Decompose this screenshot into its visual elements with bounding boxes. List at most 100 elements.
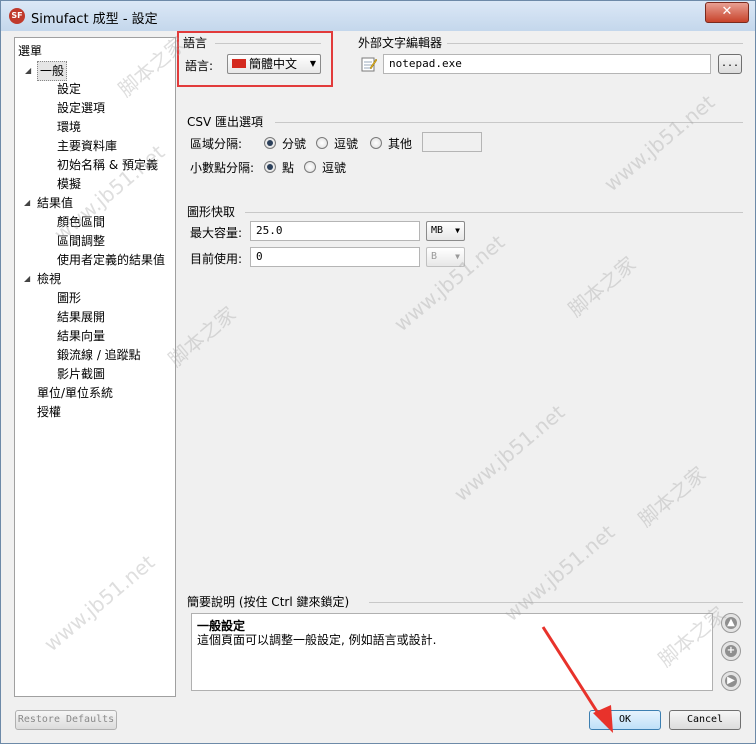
ok-button[interactable]: OK [589,710,661,730]
summary-text: 這個頁面可以調整一般設定, 例如語言或設計. [197,633,437,647]
chevron-down-icon: ▼ [309,59,316,68]
csv-group-title: CSV 匯出選項 [187,115,264,129]
cancel-button[interactable]: Cancel [669,710,741,730]
cache-max-label: 最大容量: [190,226,243,240]
cache-max-input[interactable]: 25.0 [250,221,420,241]
cache-max-unit-select[interactable]: MB ▼ [426,221,465,241]
expand-toggle-icon[interactable]: ◢ [24,270,30,288]
editor-group-title: 外部文字編輯器 [358,36,443,50]
summary-group-line [369,602,743,603]
close-icon: ✕ [721,4,733,19]
decimal-separator-label: 小數點分隔: [190,161,255,175]
chevron-down-icon: ▼ [455,252,460,261]
decimal-separator-radio-comma[interactable] [304,161,316,173]
menu-tree: 選單 ◢ 一般設定設定選項環境主要資料庫初始名稱 & 預定義 模擬 ◢ 結果值顏色區間區… [14,37,176,697]
tree-item[interactable]: 使用者定義的結果值 [57,251,165,269]
summary-box: 一般設定 這個頁面可以調整一般設定, 例如語言或設計. [191,613,713,691]
dialog-client: 選單 ◢ 一般 設定 設定選項 環境 主要資料庫 初始名稱 & 預定義 模擬 ◢ 結果值 顏色區間區… [7,31,749,738]
tree-item-label: 設定 [57,82,82,96]
tree-item-label: 圖形 [57,291,82,305]
tree-item-label: 影片截圖 [57,367,106,381]
expand-toggle-icon[interactable]: ◢ [25,62,31,80]
tree-header: 選單 [18,44,43,58]
other-separator-input[interactable] [422,132,482,152]
field-separator-label: 區域分隔: [190,137,243,151]
window-title: Simufact 成型 - 設定 [31,12,158,27]
tree-item[interactable]: 環境 [57,118,81,136]
tree-item[interactable]: 圖形 [57,289,81,307]
tree-item[interactable]: ◢ 一般 [25,61,68,81]
cache-current-unit-value: B [431,251,438,262]
tree-item-label: 初始名稱 & 預定義 [57,158,158,172]
field-separator-option-comma: 逗號 [334,137,359,151]
field-separator-radio-comma[interactable] [316,137,328,149]
play-icon: ▶ [727,675,735,686]
language-group-line [215,43,321,44]
field-separator-option-other: 其他 [388,137,413,151]
flag-icon [232,59,246,68]
tree-item[interactable]: 顏色區間 [57,213,105,231]
cache-max-unit-value: MB [431,225,444,236]
tree-item-label: 設定選項 [57,101,106,115]
settings-window: SF Simufact 成型 - 設定 ✕ 選單 ◢ 一般設定設定選項環境主要資料… [0,0,756,744]
field-separator-option-semicolon: 分號 [282,137,307,151]
expand-toggle-icon[interactable]: ◢ [24,194,30,212]
tree-item[interactable]: 區間調整 [57,232,105,250]
tree-item[interactable]: 影片截圖 [57,365,105,383]
field-separator-radio-semicolon[interactable] [264,137,276,149]
cache-group-line [245,212,743,213]
tree-item-label: 檢視 [37,272,62,286]
tree-item[interactable]: 初始名稱 & 預定義 [57,156,158,174]
notepad-icon [361,57,377,72]
cache-current-label: 目前使用: [190,252,243,266]
tree-item-label: 使用者定義的結果值 [57,253,166,267]
language-select-value: 簡體中文 [249,57,298,71]
decimal-separator-radio-point[interactable] [264,161,276,173]
language-group-title: 語言 [183,36,208,50]
tree-item-label: 區間調整 [57,234,106,248]
decimal-separator-option-point: 點 [282,161,295,175]
cache-current-input[interactable]: 0 [250,247,420,267]
settings-panel: 語言 語言: 簡體中文 ▼ 外部文字編輯器 notepad.exe ... CS… [175,31,749,695]
tree-item-label: 模擬 [57,177,82,191]
lock-icon: ▲ [727,617,735,628]
restore-defaults-button[interactable]: Restore Defaults [15,710,117,730]
tree-item-label: 一般 [40,64,65,78]
tree-item-label: 單位/單位系統 [37,386,114,400]
tree-item-label: 結果向量 [57,329,106,343]
tree-item[interactable]: 單位/單位系統 [37,384,113,402]
tree-item-label: 顏色區間 [57,215,106,229]
plus-icon: + [726,645,736,656]
tree-item-label: 結果展開 [57,310,106,324]
editor-path-input[interactable]: notepad.exe [383,54,711,74]
tree-item[interactable]: ◢ 結果值 [24,194,74,212]
language-label: 語言: [185,59,214,73]
tree-item-label: 主要資料庫 [57,139,118,153]
language-select[interactable]: 簡體中文 ▼ [227,54,321,74]
tree-item[interactable]: 授權 [37,403,61,421]
field-separator-radio-other[interactable] [370,137,382,149]
tree-item-label: 結果值 [37,196,74,210]
editor-group-line [447,43,743,44]
tree-item[interactable]: 主要資料庫 [57,137,117,155]
tree-item[interactable]: 設定 [57,80,81,98]
tree-item[interactable]: 模擬 [57,175,81,193]
summary-lock-button[interactable]: ▲ [721,613,741,633]
browse-editor-button[interactable]: ... [718,54,742,74]
tree-item-label: 授權 [37,405,62,419]
tree-item[interactable]: 鍛流線 / 追蹤點 [57,346,141,364]
title-bar[interactable]: SF Simufact 成型 - 設定 ✕ [1,1,755,31]
cache-current-unit-select[interactable]: B ▼ [426,247,465,267]
summary-expand-button[interactable]: + [721,641,741,661]
tree-item-label: 環境 [57,120,82,134]
decimal-separator-option-comma: 逗號 [322,161,347,175]
chevron-down-icon: ▼ [455,226,460,235]
tree-item[interactable]: 設定選項 [57,99,105,117]
tree-item[interactable]: 結果向量 [57,327,105,345]
tree-item[interactable]: 結果展開 [57,308,105,326]
summary-group-title: 簡要說明 (按住 Ctrl 鍵來鎖定) [187,595,350,609]
close-button[interactable]: ✕ [705,2,749,23]
summary-next-button[interactable]: ▶ [721,671,741,691]
app-icon: SF [9,8,25,24]
tree-item[interactable]: ◢ 檢視 [24,270,62,288]
